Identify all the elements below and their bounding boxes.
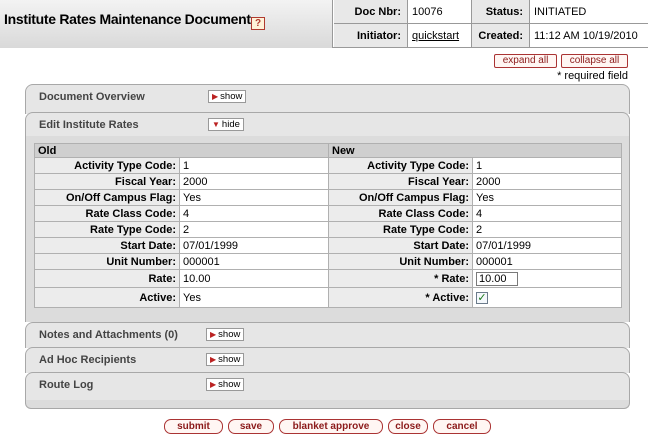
- expand-all-button[interactable]: expand all: [494, 54, 557, 68]
- old-value: 07/01/1999: [179, 237, 329, 254]
- submit-button[interactable]: submit: [164, 419, 223, 434]
- document-overview-toggle-button[interactable]: ▶ show: [208, 90, 247, 103]
- table-row: Rate: 10.00 * Rate: 10.00: [34, 269, 622, 288]
- old-label: Rate Type Code:: [34, 221, 180, 238]
- show-arrow-icon: ▶: [210, 380, 217, 389]
- table-row: Start Date: 07/01/1999 Start Date: 07/01…: [34, 237, 622, 254]
- old-value: Yes: [179, 287, 329, 308]
- title-area: Institute Rates Maintenance Document ?: [0, 0, 333, 48]
- show-arrow-icon: ▶: [210, 330, 217, 339]
- toggle-label: show: [218, 329, 241, 340]
- new-label: Start Date:: [328, 237, 473, 254]
- tab-adhoc-recipients: Ad Hoc Recipients ▶ show: [25, 347, 630, 373]
- new-value-cell: ✓: [472, 287, 622, 308]
- old-label: On/Off Campus Flag:: [34, 189, 180, 206]
- page-title: Institute Rates Maintenance Document: [4, 11, 251, 27]
- new-label: On/Off Campus Flag:: [328, 189, 473, 206]
- old-value: 4: [179, 205, 329, 222]
- cancel-button[interactable]: cancel: [433, 419, 491, 434]
- table-row: Active: Yes * Active: ✓: [34, 287, 622, 308]
- old-value: 2: [179, 221, 329, 238]
- tab-notes-attachments: Notes and Attachments (0) ▶ show: [25, 322, 630, 348]
- new-value: 4: [472, 205, 622, 222]
- new-label: Fiscal Year:: [328, 173, 473, 190]
- old-column-header: Old: [34, 143, 329, 158]
- old-value: 000001: [179, 253, 329, 270]
- new-label: Unit Number:: [328, 253, 473, 270]
- new-label: * Active:: [328, 287, 473, 308]
- old-label: Fiscal Year:: [34, 173, 180, 190]
- table-row: Fiscal Year: 2000 Fiscal Year: 2000: [34, 173, 622, 190]
- new-label: Rate Type Code:: [328, 221, 473, 238]
- old-value: 1: [179, 157, 329, 174]
- tab-label-notes: Notes and Attachments (0): [39, 329, 178, 341]
- toggle-label: show: [220, 91, 243, 102]
- doc-nbr-label: Doc Nbr:: [334, 0, 408, 24]
- close-button[interactable]: close: [388, 419, 428, 434]
- old-value: Yes: [179, 189, 329, 206]
- old-label: Start Date:: [34, 237, 180, 254]
- tab-label-route-log: Route Log: [39, 379, 94, 391]
- old-value: 10.00: [179, 269, 329, 288]
- active-checkbox[interactable]: ✓: [476, 291, 488, 304]
- new-value-cell: 10.00: [472, 269, 622, 288]
- save-button[interactable]: save: [228, 419, 274, 434]
- old-label: Unit Number:: [34, 253, 180, 270]
- old-label: Rate Class Code:: [34, 205, 180, 222]
- new-column-header: New: [328, 143, 622, 158]
- new-value: Yes: [472, 189, 622, 206]
- tab-document-overview: Document Overview ▶ show: [25, 84, 630, 114]
- hide-arrow-icon: ▼: [212, 120, 220, 129]
- help-icon[interactable]: ?: [251, 17, 265, 30]
- table-row: Rate Type Code: 2 Rate Type Code: 2: [34, 221, 622, 238]
- notes-toggle-button[interactable]: ▶ show: [206, 328, 245, 341]
- tabs-bottom-border: [25, 400, 630, 409]
- tab-route-log: Route Log ▶ show: [25, 372, 630, 401]
- new-value: 1: [472, 157, 622, 174]
- adhoc-toggle-button[interactable]: ▶ show: [206, 353, 245, 366]
- table-row: Unit Number: 000001 Unit Number: 000001: [34, 253, 622, 270]
- initiator-label: Initiator:: [334, 24, 408, 48]
- new-value: 07/01/1999: [472, 237, 622, 254]
- created-value: 11:12 AM 10/19/2010: [530, 24, 648, 48]
- toggle-label: show: [218, 354, 241, 365]
- new-value: 2: [472, 221, 622, 238]
- toggle-label: hide: [221, 119, 240, 130]
- doc-nbr-value: 10076: [408, 0, 472, 24]
- tab-label-adhoc: Ad Hoc Recipients: [39, 354, 137, 366]
- edit-rates-toggle-button[interactable]: ▼ hide: [208, 118, 244, 131]
- required-field-note: * required field: [557, 70, 628, 82]
- old-label: Activity Type Code:: [34, 157, 180, 174]
- tab-label-edit-institute-rates: Edit Institute Rates: [39, 119, 139, 131]
- initiator-value: quickstart: [408, 24, 472, 48]
- initiator-link[interactable]: quickstart: [412, 30, 459, 42]
- toggle-label: show: [218, 379, 241, 390]
- document-header: Institute Rates Maintenance Document ? D…: [0, 0, 648, 48]
- route-log-toggle-button[interactable]: ▶ show: [206, 378, 245, 391]
- table-row: Activity Type Code: 1 Activity Type Code…: [34, 157, 622, 174]
- created-label: Created:: [472, 24, 530, 48]
- show-arrow-icon: ▶: [210, 355, 217, 364]
- status-value: INITIATED: [530, 0, 648, 24]
- old-value: 2000: [179, 173, 329, 190]
- table-row: Rate Class Code: 4 Rate Class Code: 4: [34, 205, 622, 222]
- rates-table: Old New Activity Type Code: 1 Activity T…: [34, 143, 622, 308]
- blanket-approve-button[interactable]: blanket approve: [279, 419, 383, 434]
- table-row: On/Off Campus Flag: Yes On/Off Campus Fl…: [34, 189, 622, 206]
- table-header-row: Old New: [34, 143, 622, 158]
- tab-label-document-overview: Document Overview: [39, 91, 145, 103]
- status-label: Status:: [472, 0, 530, 24]
- new-value: 2000: [472, 173, 622, 190]
- rate-input[interactable]: 10.00: [476, 271, 518, 286]
- new-label: Activity Type Code:: [328, 157, 473, 174]
- new-value: 000001: [472, 253, 622, 270]
- old-label: Rate:: [34, 269, 180, 288]
- old-label: Active:: [34, 287, 180, 308]
- new-label: Rate Class Code:: [328, 205, 473, 222]
- show-arrow-icon: ▶: [212, 92, 219, 101]
- collapse-all-button[interactable]: collapse all: [561, 54, 628, 68]
- new-label: * Rate:: [328, 269, 473, 288]
